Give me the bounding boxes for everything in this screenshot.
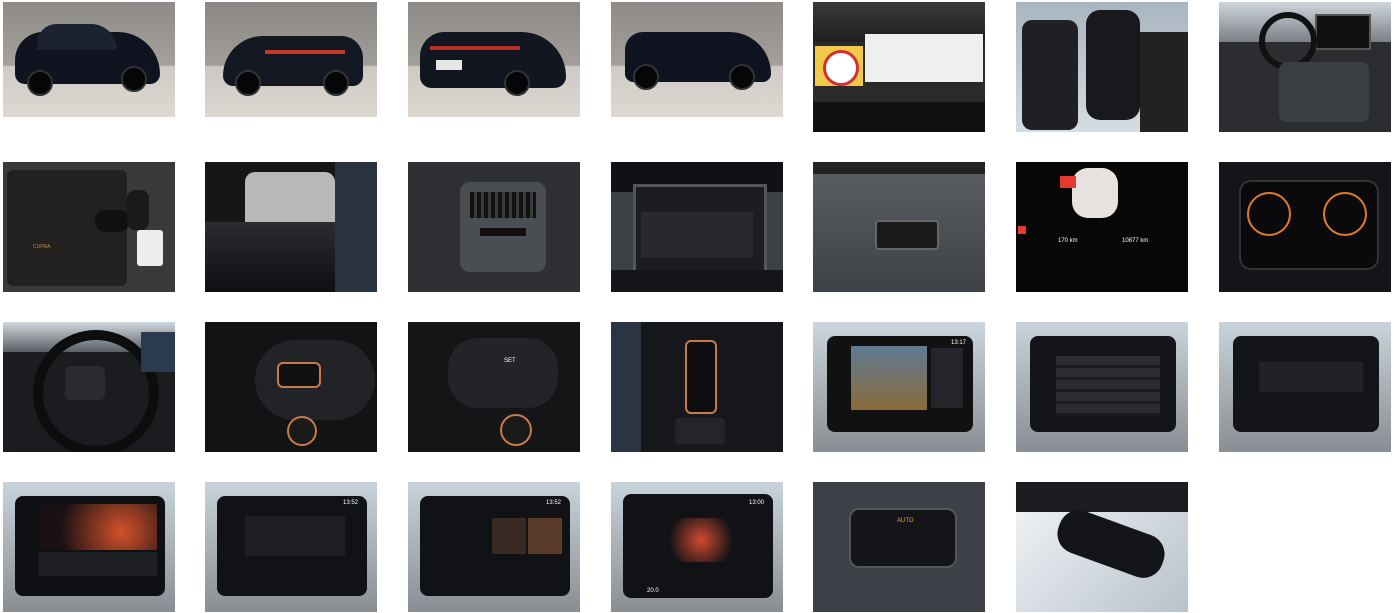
photo-thumbnail-9[interactable]: [205, 162, 377, 292]
photo-thumbnail-7[interactable]: [1219, 2, 1391, 132]
photo-thumbnail-12[interactable]: [813, 162, 985, 292]
photo-gallery: CUPRA 170 km 10877 km SET 13:17 13:52 13…: [0, 0, 1400, 613]
photo-thumbnail-23[interactable]: 13:52: [205, 482, 377, 612]
folder-brand-label: CUPRA: [33, 244, 51, 250]
climate-auto-label: AUTO: [897, 518, 914, 524]
photo-thumbnail-2[interactable]: [205, 2, 377, 117]
photo-thumbnail-8[interactable]: CUPRA: [3, 162, 175, 292]
photo-thumbnail-3[interactable]: [408, 2, 580, 117]
photo-thumbnail-17[interactable]: SET: [408, 322, 580, 452]
screen-temp-label: 20.0: [647, 588, 659, 594]
photo-thumbnail-16[interactable]: [205, 322, 377, 452]
photo-thumbnail-4[interactable]: [611, 2, 783, 117]
photo-thumbnail-1[interactable]: [3, 2, 175, 117]
screen-time-2: 13:52: [343, 500, 359, 506]
photo-thumbnail-18[interactable]: [611, 322, 783, 452]
photo-thumbnail-14[interactable]: [1219, 162, 1391, 292]
photo-thumbnail-27[interactable]: [1016, 482, 1188, 612]
cluster-odometer-text: 10877 km: [1122, 238, 1149, 244]
photo-thumbnail-24[interactable]: 13:52: [408, 482, 580, 612]
screen-time-3: 13:52: [546, 500, 562, 506]
photo-thumbnail-20[interactable]: [1016, 322, 1188, 452]
photo-thumbnail-6[interactable]: [1016, 2, 1188, 132]
photo-thumbnail-13[interactable]: 170 km 10877 km: [1016, 162, 1188, 292]
screen-time-4: 13:00: [749, 500, 765, 506]
photo-thumbnail-21[interactable]: [1219, 322, 1391, 452]
photo-thumbnail-15[interactable]: [3, 322, 175, 452]
photo-thumbnail-26[interactable]: AUTO: [813, 482, 985, 612]
cluster-range-text: 170 km: [1058, 238, 1078, 244]
photo-thumbnail-5[interactable]: [813, 2, 985, 132]
screen-time-1: 13:17: [951, 340, 967, 346]
photo-thumbnail-19[interactable]: 13:17: [813, 322, 985, 452]
photo-thumbnail-25[interactable]: 13:00 20.0: [611, 482, 783, 612]
photo-thumbnail-22[interactable]: [3, 482, 175, 612]
steering-set-label: SET: [504, 358, 516, 364]
photo-thumbnail-10[interactable]: [408, 162, 580, 292]
photo-thumbnail-11[interactable]: [611, 162, 783, 292]
